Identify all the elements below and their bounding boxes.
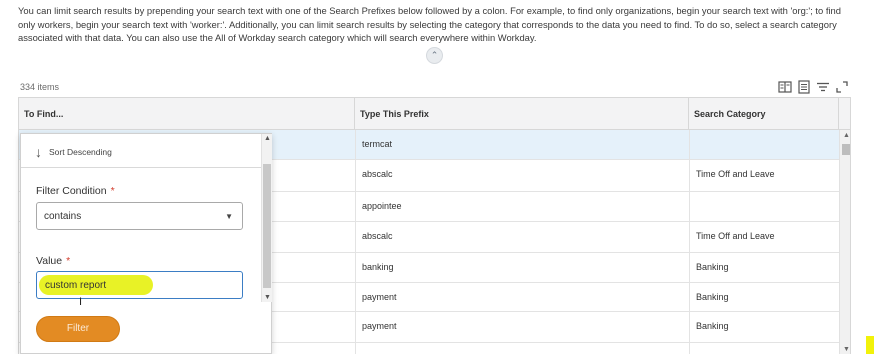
chevron-down-icon: ▼ [225,212,233,221]
category-cell [689,130,839,159]
prefix-cell: abscalc [355,160,689,191]
filter-condition-select[interactable]: contains ▼ [36,202,243,230]
grid-toolbar [778,80,849,94]
column-filter-popover: ↓ Sort Descending Filter Condition * cont… [20,133,272,354]
divider [21,167,261,168]
yellow-highlight-annotation [866,336,874,354]
grid-vertical-scrollbar[interactable]: ▲ ▼ [839,130,850,354]
value-input[interactable]: custom report [36,271,243,299]
category-cell: Banking [689,253,839,282]
scrollbar-thumb[interactable] [842,144,850,155]
prefix-cell [355,343,689,354]
required-asterisk: * [110,185,115,197]
column-header-prefix[interactable]: Type This Prefix [355,98,689,130]
column-header-spacer [839,98,850,130]
scroll-down-arrow-icon[interactable]: ▼ [843,346,850,353]
filter-lines-icon[interactable] [816,80,830,94]
required-asterisk: * [66,255,71,267]
scroll-down-arrow-icon[interactable]: ▼ [264,294,271,301]
filter-condition-value: contains [44,211,82,222]
category-cell [689,343,839,354]
category-cell: Time Off and Leave [689,222,839,252]
scroll-up-arrow-icon[interactable]: ▲ [843,132,850,139]
scroll-up-arrow-icon[interactable]: ▲ [264,135,271,142]
category-cell: Banking [689,283,839,311]
items-count: 334 items [20,82,60,92]
category-cell: Time Off and Leave [689,160,839,191]
list-view-icon[interactable] [797,80,811,94]
column-header-category[interactable]: Search Category [689,98,839,130]
arrow-down-icon: ↓ [35,144,42,160]
prefix-cell: appointee [355,192,689,221]
expand-icon[interactable] [835,80,849,94]
column-header-to-find[interactable]: To Find... [19,98,355,130]
value-label: Value * [36,255,71,267]
category-cell: Banking [689,312,839,342]
prefix-cell: payment [355,283,689,311]
filter-condition-label: Filter Condition * [36,185,115,197]
scrollbar-thumb[interactable] [263,164,271,288]
grid-header: To Find... Type This Prefix Search Categ… [19,98,850,130]
sort-descending-label: Sort Descending [49,147,112,157]
sort-descending-option[interactable]: ↓ Sort Descending [35,145,112,159]
prefix-cell: payment [355,312,689,342]
filter-button[interactable]: Filter [36,316,120,342]
popover-scrollbar[interactable]: ▲ ▼ [261,134,272,302]
text-cursor-icon: I [79,296,83,308]
collapse-chevron-up-icon[interactable]: ⌃ [426,47,443,64]
category-cell [689,192,839,221]
prefix-cell: termcat [355,130,689,159]
prefix-cell: banking [355,253,689,282]
value-input-text: custom report [45,280,107,291]
prefix-cell: abscalc [355,222,689,252]
search-prefix-instructions: You can limit search results by prependi… [18,5,841,44]
column-settings-icon[interactable] [778,80,792,94]
